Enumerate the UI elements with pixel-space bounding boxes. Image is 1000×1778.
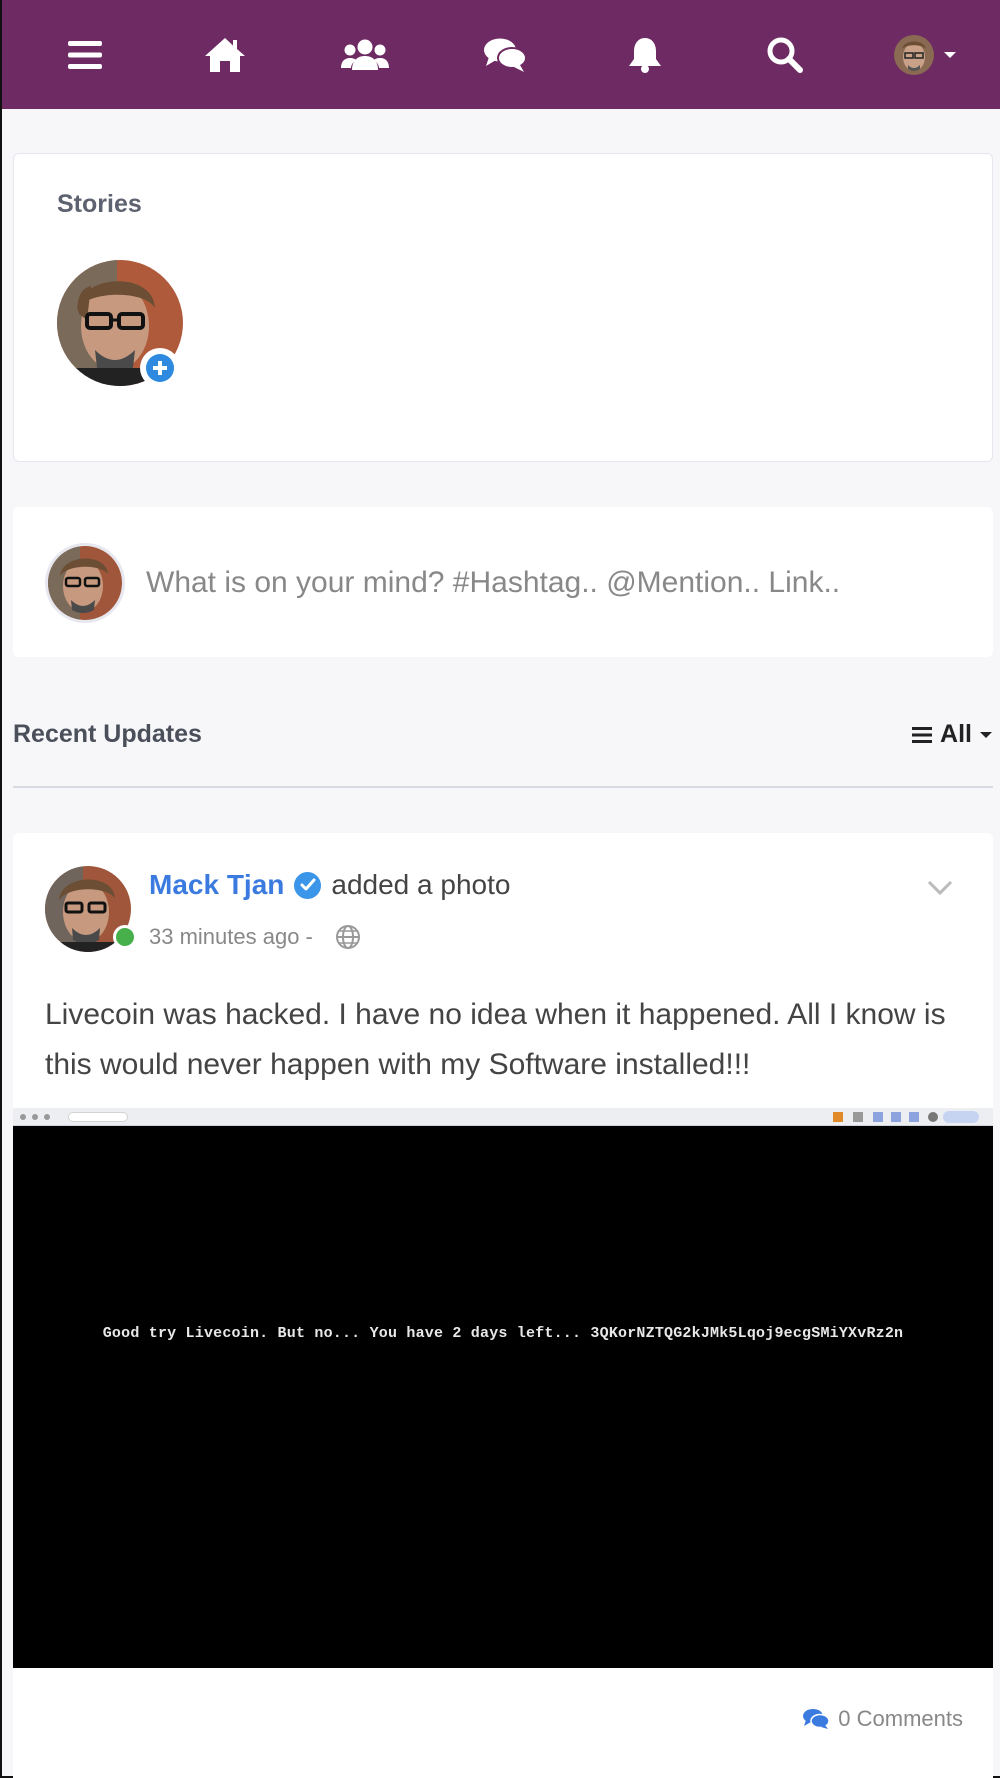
globe-icon: [335, 925, 360, 949]
screenshot-url-bar: [68, 1112, 128, 1122]
home-button[interactable]: [180, 0, 270, 109]
top-navbar: [2, 0, 1000, 109]
post-card: Mack Tjan added a photo 33 minutes ago -…: [13, 833, 993, 1778]
feed-filter-dropdown[interactable]: All: [912, 720, 992, 749]
messages-button[interactable]: [460, 0, 550, 109]
messages-icon: [484, 38, 527, 72]
post-action-text: added a photo: [331, 869, 511, 900]
online-status-indicator: [113, 925, 137, 949]
post-options-button[interactable]: [927, 880, 953, 901]
avatar: [45, 543, 125, 623]
stories-title: Stories: [57, 190, 142, 218]
profile-menu[interactable]: [880, 0, 970, 109]
comments-count: 0 Comments: [838, 1706, 963, 1731]
post-timestamp[interactable]: 33 minutes ago -: [149, 924, 313, 950]
comments-icon: [803, 1709, 831, 1729]
chevron-down-icon: [944, 51, 956, 58]
notifications-button[interactable]: [600, 0, 690, 109]
chevron-down-icon: [980, 731, 992, 738]
search-button[interactable]: [740, 0, 830, 109]
photo-caption-text: Good try Livecoin. But no... You have 2 …: [102, 1325, 904, 1342]
comments-link[interactable]: 0 Comments: [802, 1706, 963, 1732]
post-text: Livecoin was hacked. I have no idea when…: [45, 998, 946, 1081]
menu-icon: [68, 40, 102, 69]
list-icon: [912, 726, 933, 743]
chevron-down-icon: [927, 880, 953, 896]
home-icon: [205, 37, 245, 72]
avatar: [894, 34, 934, 75]
add-story-button[interactable]: [140, 348, 180, 388]
post-header: Mack Tjan added a photo: [149, 869, 510, 901]
search-icon: [767, 37, 803, 73]
screenshot-browser-bar: [13, 1108, 993, 1126]
bell-icon: [629, 37, 661, 73]
groups-button[interactable]: [320, 0, 410, 109]
menu-button[interactable]: [40, 0, 130, 109]
verified-badge-icon: [294, 871, 322, 899]
author-name-link[interactable]: Mack Tjan: [149, 869, 284, 901]
feed-title: Recent Updates: [13, 720, 202, 748]
status-input[interactable]: [146, 557, 966, 609]
post-composer: [13, 507, 993, 657]
groups-icon: [341, 39, 389, 70]
filter-label: All: [940, 720, 972, 748]
post-photo[interactable]: Good try Livecoin. But no... You have 2 …: [13, 1108, 993, 1668]
plus-icon: [146, 354, 174, 382]
divider: [13, 786, 993, 788]
post-meta: 33 minutes ago -: [149, 924, 361, 950]
stories-card: Stories: [13, 153, 993, 462]
